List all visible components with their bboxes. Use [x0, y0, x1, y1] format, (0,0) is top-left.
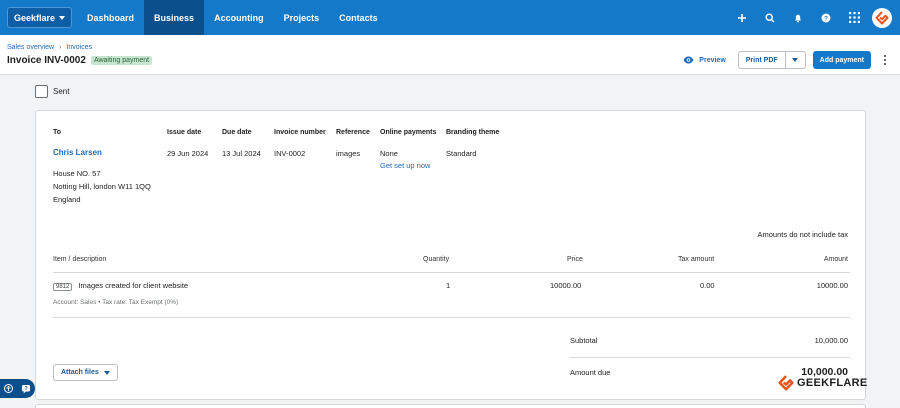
to-header: To: [53, 129, 62, 136]
online-payments-value: None: [380, 149, 398, 158]
next-card: [35, 404, 866, 408]
org-label: Geekflare: [14, 12, 56, 23]
address-line-3: England: [53, 195, 81, 204]
tax-amount-header: Tax amount: [678, 256, 715, 263]
branding-theme-header: Branding theme: [446, 129, 500, 136]
apps-grid-icon[interactable]: [840, 0, 868, 35]
amount-due-label: Amount due: [570, 368, 611, 377]
attach-files-label: Attach files: [61, 369, 99, 376]
chevron-down-icon: [103, 370, 110, 375]
page-title: Invoice INV-0002 Awaiting payment: [7, 55, 153, 66]
invoice-card: To Issue date Due date Invoice number Re…: [35, 110, 866, 400]
chat-help-icon: ?: [22, 384, 30, 393]
geekflare-mark-icon: [778, 375, 794, 391]
breadcrumb-invoices[interactable]: Invoices: [66, 44, 92, 51]
price-header: Price: [567, 256, 583, 263]
breadcrumb-sales-overview[interactable]: Sales overview: [7, 44, 54, 51]
org-switcher-button[interactable]: Geekflare: [7, 7, 73, 28]
plus-icon[interactable]: [728, 0, 756, 35]
geekflare-logo[interactable]: [872, 7, 892, 28]
divider: [53, 317, 850, 318]
reference-value: images: [336, 149, 361, 158]
help-icon[interactable]: ?: [812, 0, 840, 35]
item-description-header: Item / description: [53, 256, 107, 263]
contact-name-link[interactable]: Chris Larsen: [53, 148, 102, 157]
chevron-down-icon: [792, 58, 799, 62]
bell-icon[interactable]: [784, 0, 812, 35]
help-fab-button[interactable]: ?: [0, 379, 35, 398]
chevron-right-icon: ›: [59, 44, 62, 51]
invoice-number-header: Invoice number: [274, 129, 326, 136]
sent-checkbox[interactable]: [35, 85, 48, 98]
get-set-up-link[interactable]: Get set up now: [380, 161, 430, 170]
divider: [53, 272, 850, 273]
item-meta: Account: Sales • Tax rate: Tax Exempt (0…: [53, 299, 179, 306]
nav-tab-business[interactable]: Business: [144, 0, 205, 35]
subtotal-value: 10,000.00: [814, 336, 848, 345]
quantity-header: Quantity: [423, 256, 450, 263]
reference-header: Reference: [336, 129, 370, 136]
nav-tab-accounting[interactable]: Accounting: [204, 0, 274, 35]
sent-label: Sent: [53, 87, 70, 96]
issue-date-header: Issue date: [167, 129, 202, 136]
sent-toggle[interactable]: Sent: [35, 85, 69, 98]
due-date-value: 13 Jul 2024: [222, 149, 261, 158]
table-row: 9812 Images created for client website: [53, 281, 189, 291]
subtotal-label: Subtotal: [570, 336, 598, 345]
preview-label: Preview: [699, 56, 726, 64]
eye-icon: [683, 56, 694, 64]
status-badge: Awaiting payment: [90, 56, 153, 65]
tax-note: Amounts do not include tax: [757, 230, 848, 239]
due-date-header: Due date: [222, 129, 252, 136]
address-line-2: Notting Hill, london W11 1QQ: [53, 182, 151, 191]
item-code: 9812: [53, 283, 73, 291]
page-header: Sales overview › Invoices Invoice INV-00…: [0, 35, 900, 75]
nav-tab-projects[interactable]: Projects: [274, 0, 330, 35]
attach-files-button[interactable]: Attach files: [53, 364, 118, 381]
line-amount: 10000.00: [816, 281, 848, 290]
chevron-down-icon: [59, 15, 66, 20]
print-options-button[interactable]: [786, 52, 805, 68]
svg-text:?: ?: [824, 15, 828, 22]
print-pdf-button[interactable]: Print PDF: [739, 52, 786, 68]
more-options-icon[interactable]: [879, 55, 891, 65]
preview-button[interactable]: Preview: [683, 56, 726, 64]
amount-header: Amount: [823, 256, 848, 263]
add-payment-button[interactable]: Add payment: [812, 51, 871, 69]
issue-date-value: 29 Jun 2024: [167, 149, 209, 158]
print-pdf-split-button: Print PDF: [737, 51, 806, 69]
geekflare-watermark: GEEKFLARE: [778, 375, 868, 391]
accessibility-icon: [4, 384, 13, 393]
invoice-title: Invoice INV-0002: [7, 55, 86, 66]
line-price: 10000.00: [550, 281, 582, 290]
divider: [570, 357, 850, 358]
breadcrumb: Sales overview › Invoices: [7, 44, 92, 51]
top-nav: Geekflare Dashboard Business Accounting …: [0, 0, 900, 35]
branding-theme-value: Standard: [446, 149, 477, 158]
line-tax: 0.00: [700, 281, 715, 290]
geekflare-wordmark: GEEKFLARE: [797, 377, 868, 389]
online-payments-header: Online payments: [380, 129, 437, 136]
line-quantity: 1: [446, 281, 451, 290]
address-line-1: House NO. 57: [53, 169, 101, 178]
item-description: Images created for client website: [78, 281, 189, 290]
search-icon[interactable]: [756, 0, 784, 35]
nav-tab-contacts[interactable]: Contacts: [329, 0, 388, 35]
nav-tab-dashboard[interactable]: Dashboard: [77, 0, 144, 35]
invoice-number-value: INV-0002: [274, 149, 306, 158]
